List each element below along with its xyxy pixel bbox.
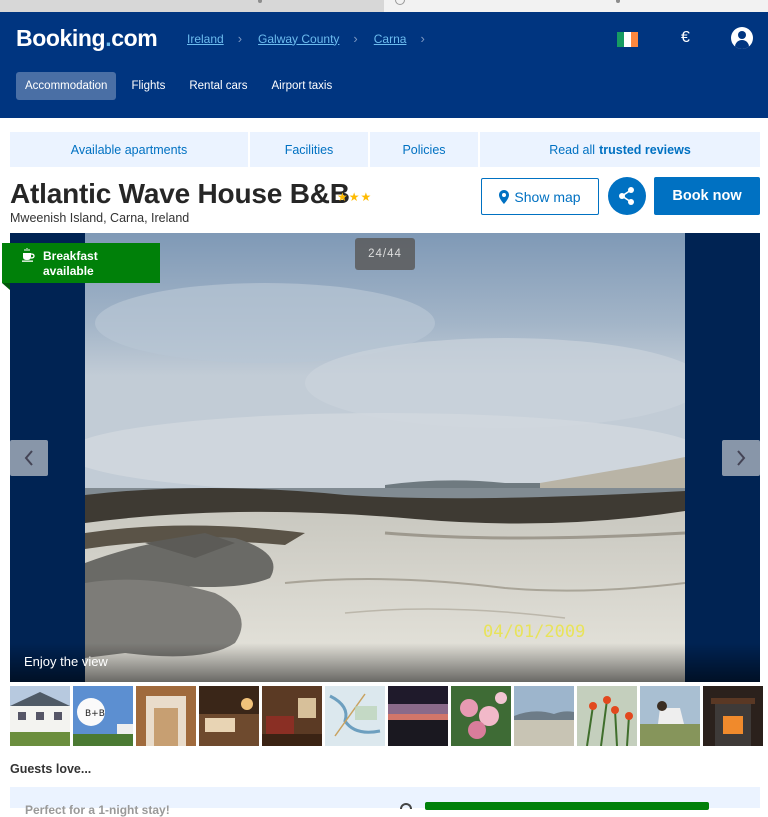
star-icon: ★ [348, 190, 360, 204]
chevron-right-icon: › [237, 31, 243, 46]
breadcrumb-galway-county[interactable]: Galway County [258, 32, 339, 46]
thumbnail[interactable] [577, 686, 637, 746]
thumbnail[interactable] [514, 686, 574, 746]
coffee-cup-icon [22, 248, 35, 262]
breadcrumb-ireland[interactable]: Ireland [187, 32, 224, 46]
thumbnail[interactable] [388, 686, 448, 746]
nav-airport-taxis[interactable]: Airport taxis [263, 72, 342, 100]
next-photo-button[interactable] [722, 440, 760, 476]
breadcrumb: Ireland › Galway County › Carna › [187, 31, 441, 46]
thumbnail-strip: B+B [10, 686, 768, 746]
thumbnail[interactable] [10, 686, 70, 746]
nav-rental-cars[interactable]: Rental cars [180, 72, 256, 100]
highlights-panel: Perfect for a 1-night stay! [10, 787, 760, 817]
highlight-text: Perfect for a 1-night stay! [25, 803, 170, 817]
chevron-left-icon [24, 450, 33, 466]
site-header: Booking.com Ireland › Galway County › Ca… [0, 12, 768, 118]
thumbnail[interactable] [640, 686, 700, 746]
tab-reviews[interactable]: Read all trusted reviews [480, 132, 760, 167]
star-icon: ★ [360, 190, 372, 204]
currency-selector[interactable]: € [681, 29, 690, 47]
property-title: Atlantic Wave House B&B [10, 178, 350, 209]
breakfast-label: Breakfast available [43, 249, 98, 278]
chevron-right-icon: › [353, 31, 358, 46]
reserve-button[interactable] [425, 802, 709, 810]
bed-icon [400, 803, 412, 809]
account-icon[interactable] [731, 27, 753, 49]
photo-counter: 24/44 [355, 238, 415, 270]
share-button[interactable] [608, 177, 646, 215]
show-map-button[interactable]: Show map [481, 178, 599, 215]
thumbnail[interactable]: B+B [73, 686, 133, 746]
property-tabs: Available apartments Facilities Policies… [10, 132, 760, 167]
gallery-photo[interactable] [85, 233, 685, 682]
previous-photo-button[interactable] [10, 440, 48, 476]
thumbnail[interactable] [703, 686, 763, 746]
thumbnail[interactable] [262, 686, 322, 746]
browser-tab-active[interactable] [0, 0, 384, 12]
share-icon [619, 187, 634, 205]
photo-date-stamp: 04/01/2009 [483, 622, 586, 642]
thumbnail[interactable] [325, 686, 385, 746]
chevron-right-icon [737, 450, 746, 466]
star-icon: ★ [337, 190, 348, 204]
svg-text:B+B: B+B [85, 709, 105, 719]
main-nav: Accommodation Flights Rental cars Airpor… [16, 72, 341, 100]
breakfast-badge: Breakfast available [2, 243, 160, 283]
tab-available-apartments[interactable]: Available apartments [10, 132, 248, 167]
chevron-right-icon: › [420, 31, 425, 46]
photo-caption: Enjoy the view [24, 654, 108, 669]
map-pin-icon [499, 189, 510, 204]
browser-tab-strip [0, 0, 768, 12]
book-now-button[interactable]: Book now [654, 177, 760, 215]
thumbnail[interactable] [136, 686, 196, 746]
booking-logo[interactable]: Booking.com [16, 25, 158, 52]
badge-fold [2, 283, 10, 290]
tab-reviews-prefix: Read all [549, 142, 596, 157]
breadcrumb-carna[interactable]: Carna [374, 32, 407, 46]
tab-policies[interactable]: Policies [370, 132, 478, 167]
ireland-flag-icon[interactable] [617, 32, 638, 47]
caption-overlay [10, 643, 760, 682]
nav-accommodation[interactable]: Accommodation [16, 72, 117, 100]
tab-reviews-bold: trusted reviews [599, 142, 691, 157]
show-map-label: Show map [514, 188, 581, 205]
star-rating: ★ ★ ★ [337, 191, 371, 203]
tab-facilities[interactable]: Facilities [250, 132, 368, 167]
guests-love-heading: Guests love... [10, 762, 92, 776]
thumbnail[interactable] [199, 686, 259, 746]
property-address: Mweenish Island, Carna, Ireland [10, 211, 190, 225]
photo-gallery: 04/01/2009 Enjoy the view 24/44 [10, 233, 760, 682]
thumbnail[interactable] [451, 686, 511, 746]
nav-flights[interactable]: Flights [122, 72, 174, 100]
